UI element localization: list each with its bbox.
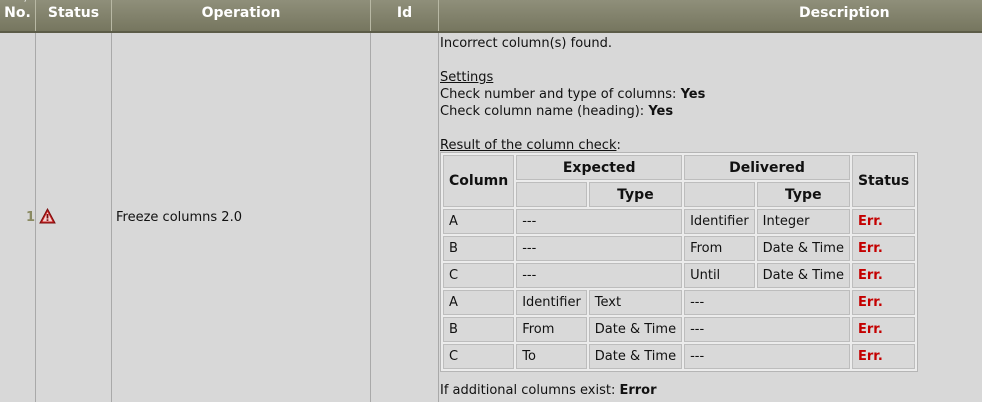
column-divider: [370, 33, 371, 402]
row-number: 1: [25, 210, 35, 225]
cell-status: Err.: [851, 290, 916, 315]
cell-status: Err.: [851, 344, 916, 369]
setting-check-number-type: Check number and type of columns: Yes: [440, 87, 706, 102]
th-expected-type: Type: [588, 182, 683, 207]
cell-status: Err.: [851, 209, 916, 234]
cell-expected-name: To: [516, 344, 587, 369]
cell-status: Err.: [851, 263, 916, 288]
cell-column: A: [443, 290, 515, 315]
table-row: C To Date & Time --- Err.: [443, 344, 916, 369]
header-id[interactable]: Id: [371, 0, 439, 31]
table-row: A --- Identifier Integer Err.: [443, 209, 916, 234]
settings-heading: Settings: [440, 70, 494, 85]
table-row: B --- From Date & Time Err.: [443, 236, 916, 261]
header-no[interactable]: No.: [0, 0, 36, 31]
th-expected-name: [516, 182, 587, 207]
cell-status: Err.: [851, 317, 916, 342]
setting-check-heading: Check column name (heading): Yes: [440, 104, 674, 119]
cell-column: A: [443, 209, 515, 234]
cell-delivered-name: Identifier: [684, 209, 755, 234]
th-status: Status: [851, 155, 916, 207]
warning-triangle-icon: [39, 208, 56, 224]
th-delivered: Delivered: [684, 155, 850, 180]
cell-delivered-type: Date & Time: [756, 263, 850, 288]
table-row: A Identifier Text --- Err.: [443, 290, 916, 315]
additional-columns-setting: If additional columns exist: Error: [440, 383, 657, 398]
header-operation[interactable]: Operation: [112, 0, 371, 31]
th-expected: Expected: [516, 155, 683, 180]
column-divider: [35, 33, 36, 402]
cell-status: Err.: [851, 236, 916, 261]
column-divider: [438, 33, 439, 402]
cell-delivered-name: From: [684, 236, 755, 261]
cell-expected-type: Text: [588, 290, 683, 315]
header-description[interactable]: Description: [439, 0, 982, 31]
table-header: °/ No. Status Operation Id Description: [0, 0, 982, 33]
cell-delivered-type: Integer: [756, 209, 850, 234]
cell-expected-type: Date & Time: [588, 317, 683, 342]
operation-name: Freeze columns 2.0: [116, 210, 242, 225]
cell-column: B: [443, 236, 515, 261]
cell-delivered-name: Until: [684, 263, 755, 288]
cell-column: B: [443, 317, 515, 342]
column-divider: [111, 33, 112, 402]
th-delivered-type: Type: [756, 182, 850, 207]
th-column: Column: [443, 155, 515, 207]
cell-delivered: ---: [684, 290, 850, 315]
cell-delivered-type: Date & Time: [756, 236, 850, 261]
cell-expected-type: Date & Time: [588, 344, 683, 369]
cell-delivered: ---: [684, 344, 850, 369]
cell-delivered: ---: [684, 317, 850, 342]
cell-expected: ---: [516, 236, 683, 261]
cell-expected: ---: [516, 209, 683, 234]
table-row: C --- Until Date & Time Err.: [443, 263, 916, 288]
cell-column: C: [443, 344, 515, 369]
desc-summary: Incorrect column(s) found.: [440, 36, 613, 51]
cell-expected-name: Identifier: [516, 290, 587, 315]
cell-column: C: [443, 263, 515, 288]
column-check-table: Column Expected Delivered Status Type Ty…: [440, 152, 919, 372]
cell-expected: ---: [516, 263, 683, 288]
header-status[interactable]: Status: [36, 0, 112, 31]
th-delivered-name: [684, 182, 755, 207]
cell-expected-name: From: [516, 317, 587, 342]
description-text: Incorrect column(s) found. Settings Chec…: [440, 35, 980, 154]
table-row: B From Date & Time --- Err.: [443, 317, 916, 342]
